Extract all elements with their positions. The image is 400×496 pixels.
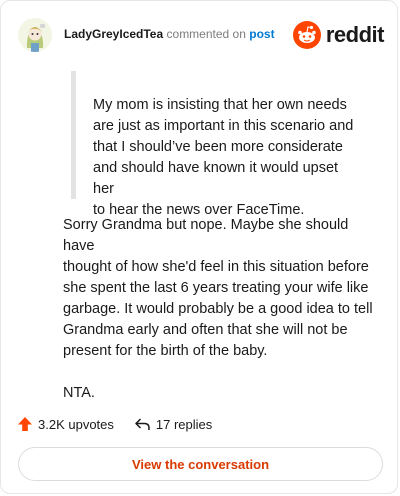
body-line: thought of how she'd feel in this situat… [63,259,369,275]
user-avatar[interactable] [18,18,52,52]
body-line: Sorry Grandma but nope. Maybe she should… [63,217,349,254]
body-line: Grandma early and often that she will no… [63,322,348,338]
action-text: commented on [166,27,246,41]
reddit-logo[interactable]: reddit [292,19,385,51]
quote-line: and should have known it would upset her [93,160,339,197]
quoted-text: My mom is insisting that her own needs a… [71,71,363,218]
verdict-text: NTA. [63,385,95,401]
view-conversation-button[interactable]: View the conversation [18,447,383,481]
avatar-illustration [18,18,52,52]
upvote-arrow-icon [18,417,32,431]
body-line: garbage. It would probably be a good ide… [63,301,373,317]
reply-arrow-icon [135,418,150,430]
comment-card: LadyGreyIcedTea commented on post reddit… [0,0,398,494]
body-line: present for the birth of the baby. [63,343,268,359]
quote-line: My mom is insisting that her own needs [93,97,347,113]
comment-byline: LadyGreyIcedTea commented on post [64,27,275,41]
upvotes-stat[interactable]: 3.2K upvotes [17,416,114,432]
username[interactable]: LadyGreyIcedTea [64,27,163,41]
replies-stat[interactable]: 17 replies [134,416,212,432]
body-paragraph: Sorry Grandma but nope. Maybe she should… [63,215,383,362]
quote-line: are just as important in this scenario a… [93,118,354,134]
reddit-wordmark: reddit [325,22,385,47]
reddit-snoo-icon [292,21,321,49]
replies-count: 17 replies [155,416,213,432]
post-link[interactable]: post [249,27,274,41]
quote-line: that I should’ve been more considerate [93,139,343,155]
upvotes-count: 3.2K upvotes [38,416,114,432]
comment-stats: 3.2K upvotes 17 replies [17,413,212,435]
body-line: she spent the last 6 years treating your… [63,280,369,296]
comment-header: LadyGreyIcedTea commented on post reddit [18,15,385,55]
comment-body: Sorry Grandma but nope. Maybe she should… [63,215,383,425]
